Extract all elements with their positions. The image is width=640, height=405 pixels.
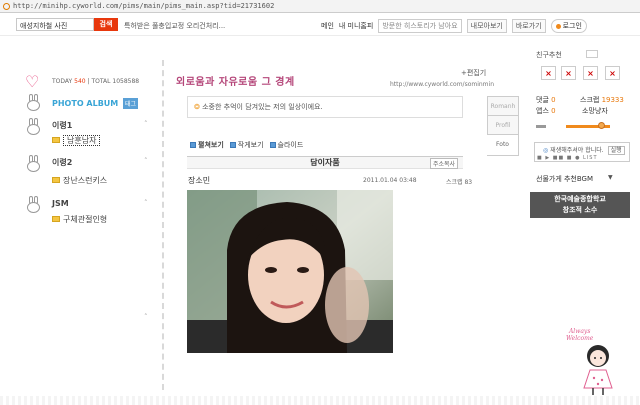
player-controls[interactable]: ■ ▶ ■■ ■ ● LIST <box>537 155 598 161</box>
scrap-link[interactable]: 스크랩 83 <box>446 177 472 186</box>
author-name[interactable]: 장소민 <box>188 175 210 186</box>
folder-icon <box>52 177 60 183</box>
bunny-icon <box>27 118 41 136</box>
expand-icon <box>190 142 196 148</box>
nav-main[interactable]: 메인 <box>321 21 334 31</box>
page-bottom-strip <box>0 396 640 405</box>
folder-icon <box>52 137 60 143</box>
login-icon <box>555 23 561 29</box>
my-view-dropdown[interactable]: 내모아보기 <box>466 19 507 33</box>
player-status: ◎ 재생해주셔야 합니다. 실행 <box>543 145 625 155</box>
portrait-image <box>187 190 393 353</box>
album-photo[interactable] <box>187 190 393 353</box>
play-icon: ◎ <box>543 147 549 154</box>
shortcut-dropdown[interactable]: 바로가기 <box>511 19 546 33</box>
copy-address-button[interactable]: 주소복사 <box>430 158 459 169</box>
page-title: 외로움과 자유로움 그 경계 <box>176 77 295 88</box>
sun-icon: ❂ <box>194 103 200 111</box>
school-banner[interactable]: 한국예술종합학교 창조적 소수 <box>530 192 630 218</box>
close-icon[interactable]: × <box>605 66 620 80</box>
bunny-icon <box>27 94 41 112</box>
close-icon[interactable]: × <box>541 66 556 80</box>
nav-mini-home[interactable]: 내 미니홈피 <box>339 21 373 31</box>
slide-icon <box>269 142 276 148</box>
girl-mascot-icon <box>576 342 620 397</box>
collapse-icon[interactable]: ˄ <box>144 199 148 207</box>
chevron-down-icon[interactable]: ▼ <box>608 174 613 181</box>
heart-icon: ♡ <box>25 72 40 91</box>
album-group[interactable]: JSM <box>52 199 69 208</box>
close-icon[interactable]: × <box>561 66 576 80</box>
collapse-icon[interactable]: ˄ <box>144 120 148 128</box>
level-knob[interactable] <box>598 122 605 129</box>
history-dropdown[interactable]: 방문한 히스토리가 남아요 <box>378 19 462 33</box>
photo-title: 담이자품 <box>187 156 463 169</box>
album-group[interactable]: 이령2 <box>52 157 72 168</box>
edit-link[interactable]: +편집기 <box>461 68 486 78</box>
album-item[interactable]: 남훈남자 <box>63 135 101 146</box>
news-ticker[interactable]: 특허받은 풀충입교정 오리건처리... <box>124 21 225 31</box>
login-label: 로그인 <box>562 22 582 30</box>
login-button[interactable]: 로그인 <box>550 19 587 33</box>
address-bar[interactable]: http://minihp.cyworld.com/pims/main/pims… <box>0 0 640 13</box>
friend-extra-icon[interactable] <box>586 50 598 58</box>
view-slide[interactable]: 슬라이드 <box>269 140 303 150</box>
tab-foto[interactable]: Foto <box>487 134 519 156</box>
level-bar <box>536 125 546 128</box>
owner-nickname: 소망냥자 <box>582 107 608 115</box>
collapse-icon[interactable]: ˄ <box>144 157 148 165</box>
emblem-count: 앱스 0 <box>536 107 556 115</box>
comments-count: 댓글 0 <box>536 96 556 104</box>
album-title: PHOTO ALBUM <box>52 99 119 108</box>
album-group[interactable]: 이령1 <box>52 120 72 131</box>
view-small[interactable]: 작게보기 <box>229 140 264 150</box>
site-icon <box>3 2 10 10</box>
album-item[interactable]: 구체관절인형 <box>63 214 107 225</box>
banner-line: 한국예술종합학교 <box>554 195 606 203</box>
view-expand[interactable]: 펼쳐보기 <box>190 140 224 150</box>
album-item[interactable]: 장난스런키스 <box>63 175 107 186</box>
welcome-text: Always Welcome <box>566 328 594 342</box>
bunny-icon <box>27 155 41 173</box>
scrap-count: 스크랩 19333 <box>580 96 624 104</box>
search-button[interactable]: 검색 <box>94 18 118 31</box>
tag-button[interactable]: 태그 <box>123 98 139 109</box>
bgm-select[interactable]: 선물가게 추천BGM <box>536 174 593 184</box>
bunny-icon <box>27 196 41 214</box>
close-icon[interactable]: × <box>583 66 598 80</box>
search-input[interactable]: 애성지하철 사진 <box>16 18 94 31</box>
intro-quote: ❂ 소중한 추억이 담겨있는 저의 일상이에요. <box>187 96 463 118</box>
view-options: 펼쳐보기 작게보기 슬라이드 <box>190 140 303 150</box>
post-timestamp: 2011.01.04 03:48 <box>363 177 417 184</box>
visitor-counter: TODAY 540 | TOTAL 1058588 <box>52 78 140 85</box>
folder-icon <box>52 216 60 222</box>
top-nav: 메인 내 미니홈피 방문한 히스토리가 남아요 내모아보기 바로가기 로그인 <box>321 19 587 33</box>
home-url[interactable]: http://www.cyworld.com/sominmin <box>390 81 494 88</box>
grid-icon <box>229 142 236 148</box>
friend-recommend-label: 친구추천 <box>536 51 562 59</box>
play-button[interactable]: 실행 <box>607 146 625 155</box>
banner-line: 창조적 소수 <box>562 206 598 214</box>
address-url[interactable]: http://minihp.cyworld.com/pims/main/pims… <box>13 2 274 10</box>
collapse-icon[interactable]: ˄ <box>144 313 148 321</box>
